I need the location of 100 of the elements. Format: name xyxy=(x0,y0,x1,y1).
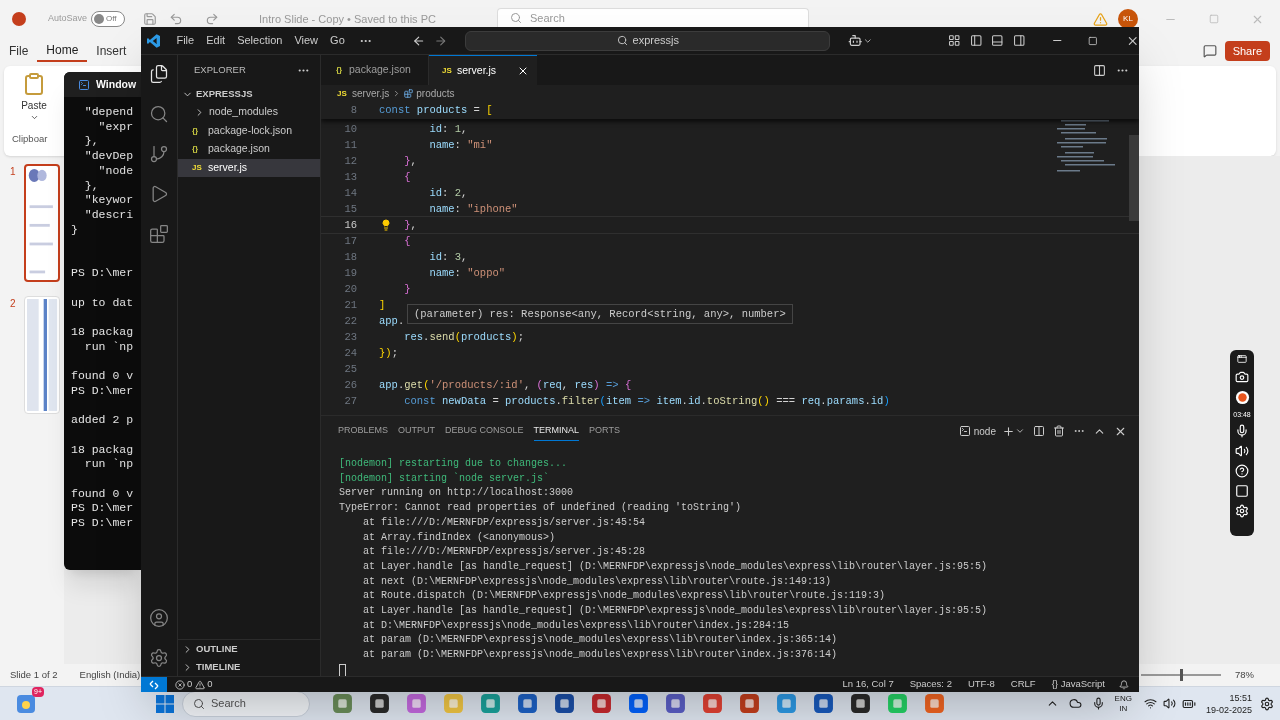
terminal-line: PS D:\mer xyxy=(71,516,134,531)
ribbon-tab[interactable]: Home xyxy=(37,40,88,62)
language-mode[interactable]: {} JavaScript xyxy=(1051,677,1105,692)
new-terminal-icon[interactable] xyxy=(1002,424,1015,438)
code-line: }); xyxy=(379,346,398,361)
input-language[interactable]: ENG IN xyxy=(1114,693,1132,714)
search-icon xyxy=(510,12,523,24)
sidebar-title: EXPLORER xyxy=(194,62,246,77)
app-tile-icon[interactable] xyxy=(554,693,575,714)
cursor-position[interactable]: Ln 16, Col 7 xyxy=(842,677,894,692)
indentation[interactable]: Spaces: 2 xyxy=(909,677,952,692)
panel-tab[interactable]: PROBLEMS xyxy=(338,421,388,441)
trash-icon[interactable] xyxy=(1053,425,1065,437)
paste-icon[interactable] xyxy=(22,72,46,96)
ribbon-tab[interactable]: Insert xyxy=(87,40,136,62)
window-icon[interactable] xyxy=(1237,354,1247,364)
editor-tab[interactable]: JS server.js xyxy=(429,55,537,85)
terminal-line: at param (D:\MERNFDP\expressjs\node_modules\express\lib\router\index.js:376:14) xyxy=(362,648,838,663)
window-icon[interactable] xyxy=(1235,484,1249,498)
sidebar-toggle-icon[interactable] xyxy=(969,34,983,47)
language-status[interactable]: English (India) xyxy=(79,667,141,683)
autosave-toggle[interactable]: Off xyxy=(91,11,126,27)
share-button[interactable]: Share xyxy=(1224,41,1270,61)
wifi-icon[interactable] xyxy=(1143,697,1157,710)
menu-item[interactable]: File xyxy=(170,32,201,49)
notification-icon[interactable] xyxy=(1119,679,1129,690)
zoom-slider[interactable] xyxy=(1141,669,1221,681)
app-logo-icon xyxy=(147,33,161,48)
maximize-icon[interactable] xyxy=(1087,35,1098,46)
microphone-icon[interactable] xyxy=(1235,424,1249,438)
camera-icon[interactable] xyxy=(1235,370,1249,384)
panel-toggle-icon[interactable] xyxy=(991,34,1004,47)
error-count[interactable]: 0 xyxy=(187,677,193,692)
settings-icon[interactable] xyxy=(1260,696,1274,711)
command-center[interactable]: expressjs xyxy=(465,30,831,51)
line-ending[interactable]: CRLF xyxy=(1010,677,1036,692)
file-tree-item[interactable]: JS server.js xyxy=(178,158,320,177)
search-icon[interactable] xyxy=(149,104,169,124)
terminal-name[interactable]: node xyxy=(973,423,996,439)
panel-tab[interactable]: PORTS xyxy=(589,421,620,441)
file-tree-item[interactable]: node_modules xyxy=(178,103,320,122)
menu-item[interactable]: Go xyxy=(324,32,351,49)
warning-icon[interactable] xyxy=(195,679,206,690)
files-icon[interactable] xyxy=(149,64,169,84)
menu-item[interactable]: View xyxy=(288,32,325,49)
cloud-icon[interactable] xyxy=(1068,697,1082,710)
line-number: 10 xyxy=(343,122,357,137)
panel-tab[interactable]: OUTPUT xyxy=(398,421,435,441)
zoom-level[interactable]: 78% xyxy=(1235,667,1254,683)
ribbon-tab[interactable]: File xyxy=(0,40,38,62)
split-editor-icon[interactable] xyxy=(1093,63,1106,77)
branch-icon[interactable] xyxy=(149,144,169,164)
extensions-icon[interactable] xyxy=(149,224,169,244)
lightbulb-icon[interactable] xyxy=(380,219,392,231)
account-icon[interactable] xyxy=(149,608,169,628)
secondary-sidebar-icon[interactable] xyxy=(1012,34,1026,47)
line-number: 14 xyxy=(343,186,357,201)
search-field[interactable]: Search xyxy=(182,690,310,717)
microphone-icon[interactable] xyxy=(1091,697,1105,710)
breadcrumb-item[interactable]: products xyxy=(416,86,455,101)
menu-item[interactable]: Edit xyxy=(200,32,232,49)
avatar[interactable]: KL xyxy=(1118,9,1138,29)
code-line: { xyxy=(404,170,411,185)
back-icon[interactable] xyxy=(412,33,426,48)
zoom-thumb[interactable] xyxy=(1179,669,1183,681)
error-icon[interactable] xyxy=(175,679,185,690)
widgets-icon[interactable] xyxy=(16,693,36,714)
file-tree-item[interactable]: {} package.json xyxy=(178,140,320,159)
split-terminal-icon[interactable] xyxy=(1033,425,1045,437)
app-tile-icon[interactable] xyxy=(517,693,538,714)
encoding[interactable]: UTF-8 xyxy=(967,677,995,692)
paste-label[interactable]: Paste xyxy=(21,98,47,113)
breadcrumb-item[interactable]: server.js xyxy=(352,86,390,101)
folder-header[interactable]: EXPRESSJS xyxy=(178,85,320,103)
line-number: 23 xyxy=(343,330,357,345)
volume-icon[interactable] xyxy=(1162,697,1176,710)
panel-tab[interactable]: DEBUG CONSOLE xyxy=(445,421,524,441)
remote-button[interactable] xyxy=(141,677,167,692)
save-icon[interactable] xyxy=(143,12,158,26)
panel-tab[interactable]: TERMINAL xyxy=(533,420,580,442)
help-icon[interactable] xyxy=(1235,464,1249,478)
layout-icon[interactable] xyxy=(948,34,961,47)
terminal-line: }, xyxy=(83,134,99,150)
start-icon[interactable] xyxy=(156,694,174,713)
undo-icon[interactable] xyxy=(169,12,184,26)
warning-count[interactable]: 0 xyxy=(207,677,213,692)
forward-icon[interactable] xyxy=(433,33,448,48)
file-tree-item[interactable]: {} package-lock.json xyxy=(178,121,320,140)
speaker-icon[interactable] xyxy=(1235,444,1249,458)
record-icon[interactable] xyxy=(1234,390,1250,405)
dropdown-icon[interactable] xyxy=(29,113,39,122)
clock[interactable]: 15:51 19-02-2025 xyxy=(1205,691,1252,716)
redo-icon[interactable] xyxy=(205,12,220,26)
menu-item[interactable]: Selection xyxy=(231,32,289,49)
section-header[interactable]: OUTLINE xyxy=(178,640,320,658)
terminal-line: at Layer.handle [as handle_request] (D:\MERNFDP\expressjs\node_modules\express\lib\router\layer.js:95:5) xyxy=(362,559,988,574)
terminal-line: run `np xyxy=(83,457,134,473)
section-header[interactable]: TIMELINE xyxy=(178,658,320,676)
comment-icon[interactable] xyxy=(1202,44,1217,58)
dropdown-icon[interactable] xyxy=(1015,426,1025,436)
